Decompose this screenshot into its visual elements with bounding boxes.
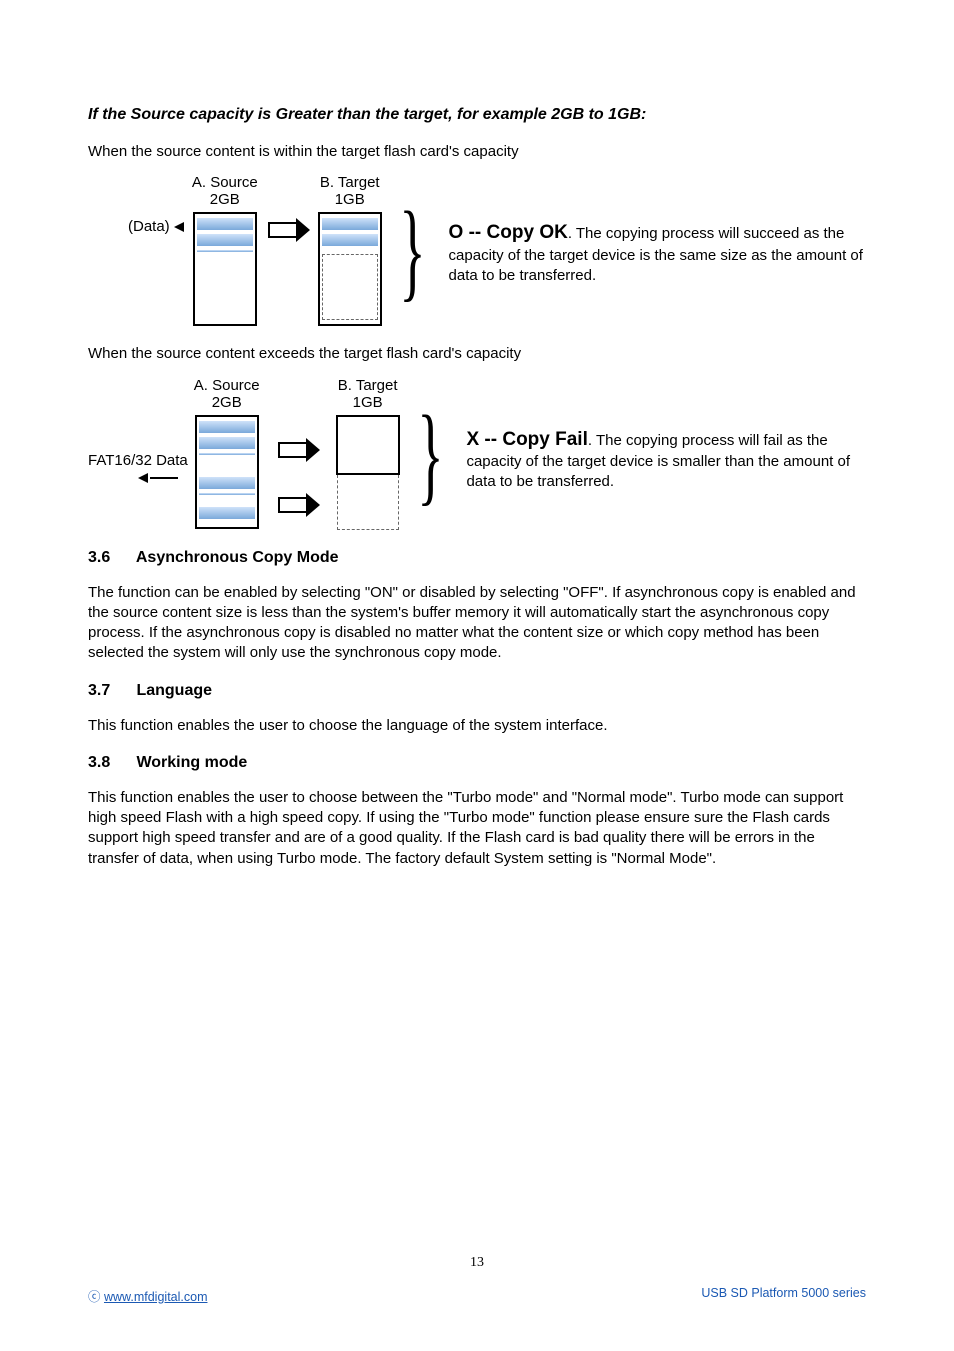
intro-2: When the source content exceeds the targ… (88, 344, 866, 364)
result-ok-heading: O -- Copy OK (449, 222, 568, 243)
footer-url-link[interactable]: www.mfdigital.com (104, 1290, 208, 1304)
page-footer: ⓒ www.mfdigital.com USB SD Platform 5000… (88, 1286, 866, 1305)
arrow-right-icon (268, 218, 308, 238)
arrow-left-icon (174, 222, 184, 232)
intro-1: When the source content is within the ta… (88, 142, 866, 162)
diagram2-colB-sub: 1GB (353, 394, 383, 411)
diagram1-side-label: (Data) (128, 218, 186, 235)
copyright-symbol: ⓒ (88, 1290, 104, 1304)
body-3-8: This function enables the user to choose… (88, 788, 866, 869)
diagram1-target-box (318, 212, 382, 326)
section-title: Language (136, 682, 212, 699)
diagram1-source-box (193, 212, 257, 326)
diagram2-side-label: FAT16/32 Data (88, 452, 188, 486)
arrow-right-icon (278, 493, 318, 513)
arrow-right-icon (278, 438, 318, 458)
diagram2-data-label: FAT16/32 Data (88, 452, 188, 469)
brace-icon: } (399, 195, 425, 305)
result-fail: X -- Copy Fail. The copying process will… (466, 427, 866, 493)
diagram2-colB-top: B. Target (338, 377, 398, 394)
diagram2-source-box (195, 415, 259, 529)
diagram2-target-dashed (337, 475, 399, 530)
body-3-6: The function can be enabled by selecting… (88, 583, 866, 664)
heading-scenario: If the Source capacity is Greater than t… (88, 106, 866, 124)
diagram-copy-ok: (Data) A. Source 2GB B. Target 1GB (88, 174, 866, 326)
footer-left: ⓒ www.mfdigital.com (88, 1286, 207, 1305)
brace-icon: } (417, 399, 443, 509)
arrow-left-icon (138, 473, 148, 483)
document-page: If the Source capacity is Greater than t… (0, 0, 954, 1351)
heading-3-6: 3.6 Asynchronous Copy Mode (88, 549, 866, 567)
heading-3-7: 3.7 Language (88, 682, 866, 700)
diagram2-colA-top: A. Source (194, 377, 260, 394)
section-title: Working mode (136, 754, 247, 771)
section-num: 3.7 (88, 682, 132, 700)
heading-3-8: 3.8 Working mode (88, 754, 866, 772)
body-3-7: This function enables the user to choose… (88, 716, 866, 736)
dashed-region (322, 254, 378, 320)
result-fail-heading: X -- Copy Fail (466, 429, 587, 450)
diagram1-colB-top: B. Target (320, 174, 380, 191)
section-num: 3.8 (88, 754, 132, 772)
diagram2-colA-sub: 2GB (212, 394, 242, 411)
diagram2-target-box-top (336, 415, 400, 475)
footer-right: USB SD Platform 5000 series (701, 1286, 866, 1305)
diagram1-colB-sub: 1GB (335, 191, 365, 208)
section-title: Asynchronous Copy Mode (136, 549, 339, 566)
diagram1-colA-top: A. Source (192, 174, 258, 191)
diagram-copy-fail: FAT16/32 Data A. Source 2GB (88, 377, 866, 531)
page-number: 13 (0, 1255, 954, 1271)
result-ok: O -- Copy OK. The copying process will s… (449, 220, 866, 286)
arrow-line-icon (150, 477, 178, 479)
section-num: 3.6 (88, 549, 132, 567)
diagram1-colA-sub: 2GB (210, 191, 240, 208)
diagram1-data-label: (Data) (128, 218, 170, 235)
